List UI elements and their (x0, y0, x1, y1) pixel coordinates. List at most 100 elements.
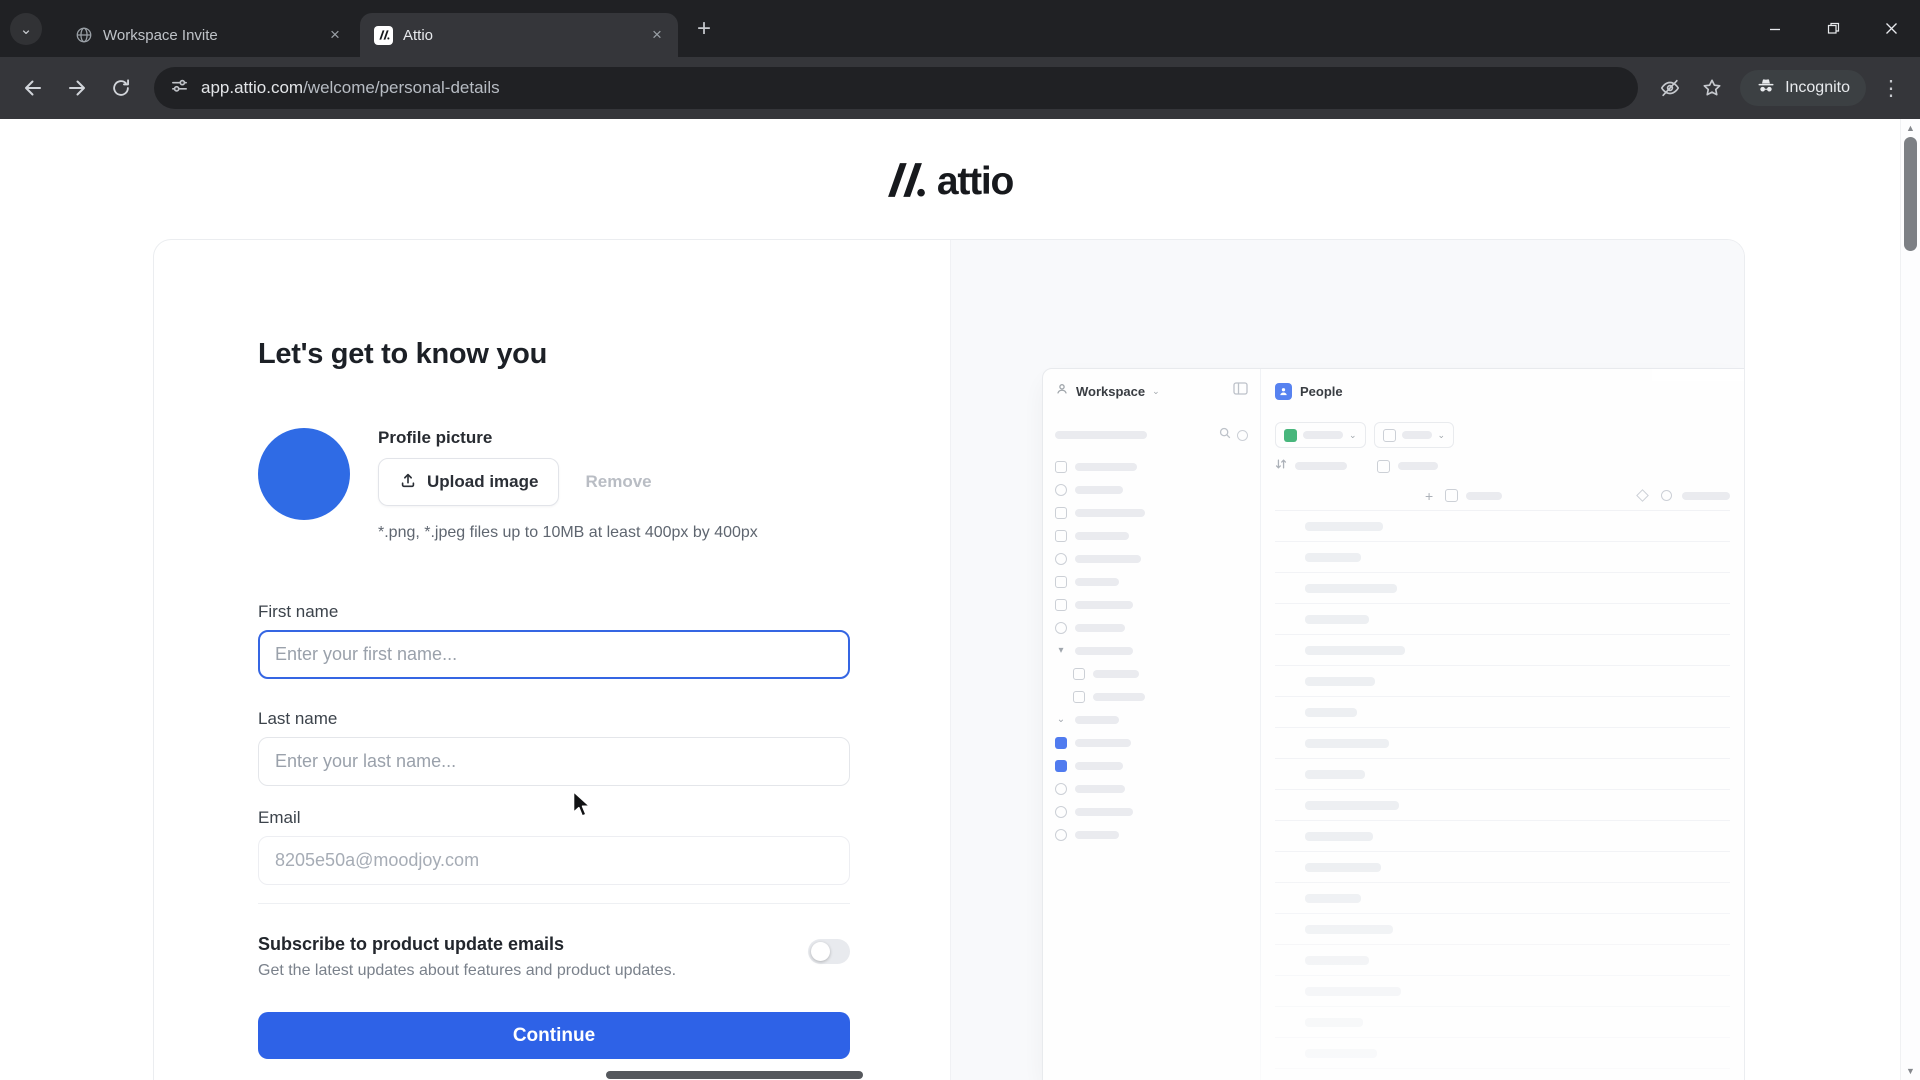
tab-close-icon[interactable]: × (646, 24, 668, 46)
skeleton-bar (1398, 462, 1438, 470)
preview-sidebar-record (1055, 731, 1248, 754)
last-name-label: Last name (258, 709, 850, 729)
preview-sidebar-item (1055, 800, 1248, 823)
preview-table-row (1275, 511, 1730, 542)
browser-toolbar: app.attio.com/welcome/personal-details I… (0, 57, 1920, 119)
people-icon (1275, 383, 1292, 400)
last-name-input[interactable] (258, 737, 850, 786)
preview-sidebar-item (1055, 570, 1248, 593)
attio-logo: attio (0, 159, 1896, 205)
last-name-group: Last name (258, 709, 850, 786)
preview-sidebar-subitem (1055, 662, 1248, 685)
skeleton-bar (1305, 522, 1383, 531)
toggle-knob (811, 942, 830, 961)
preview-table-row (1275, 883, 1730, 914)
tab-attio[interactable]: Attio × (360, 13, 678, 57)
sidebar-item-icon (1073, 668, 1085, 680)
tab-strip: Workspace Invite × Attio × + (60, 0, 720, 57)
grid-icon (1445, 489, 1458, 502)
close-button[interactable] (1862, 0, 1920, 57)
profile-picture-label: Profile picture (378, 428, 758, 448)
skeleton-bar (1303, 431, 1343, 439)
back-button[interactable] (12, 67, 54, 109)
tab-close-icon[interactable]: × (324, 24, 346, 46)
first-name-input[interactable] (258, 630, 850, 679)
skeleton-bar (1305, 1049, 1377, 1058)
preview-sidebar-item (1055, 524, 1248, 547)
skeleton-bar (1682, 492, 1730, 500)
skeleton-bar (1305, 615, 1369, 624)
forward-button[interactable] (56, 67, 98, 109)
skeleton-bar (1075, 716, 1119, 724)
preview-table-row (1275, 573, 1730, 604)
upload-icon (399, 471, 417, 494)
url-bar[interactable]: app.attio.com/welcome/personal-details (154, 67, 1638, 109)
upload-image-label: Upload image (427, 472, 538, 492)
preview-sidebar-item (1055, 547, 1248, 570)
incognito-icon (1756, 76, 1776, 101)
scroll-down-icon[interactable]: ▼ (1901, 1066, 1920, 1076)
sort-icon (1275, 457, 1287, 475)
skeleton-bar (1305, 894, 1361, 903)
chevron-open-icon: ▾ (1055, 645, 1067, 656)
first-name-group: First name (258, 602, 850, 679)
chevron-down-icon: ⌄ (1438, 430, 1446, 441)
preview-table-row (1275, 728, 1730, 759)
preview-table-row (1275, 635, 1730, 666)
skeleton-bar (1305, 708, 1357, 717)
skeleton-bar (1075, 762, 1123, 770)
preview-sidebar-item (1055, 501, 1248, 524)
reload-button[interactable] (100, 67, 142, 109)
subscribe-title: Subscribe to product update emails (258, 934, 784, 955)
preview-sidebar-item (1055, 616, 1248, 639)
remove-image-button[interactable]: Remove (577, 472, 659, 492)
skeleton-bar (1075, 601, 1133, 609)
tab-search-button[interactable]: ⌄ (10, 13, 42, 45)
form-divider (258, 903, 850, 904)
skeleton-bar (1075, 463, 1137, 471)
new-tab-button[interactable]: + (688, 13, 720, 45)
preview-table-row (1275, 852, 1730, 883)
preview-workspace-header: Workspace ⌄ (1043, 369, 1261, 413)
onboarding-card: Let's get to know you Profile picture (153, 239, 1745, 1080)
preview-table-row (1275, 790, 1730, 821)
url-domain: app.attio.com (201, 78, 303, 97)
preview-sidebar-subitem (1055, 685, 1248, 708)
record-icon (1055, 760, 1067, 772)
site-settings-icon[interactable] (170, 76, 189, 100)
app-preview-card: Workspace ⌄ People (1042, 368, 1744, 1080)
avatar (258, 428, 350, 520)
personal-details-form: Let's get to know you Profile picture (154, 240, 950, 1080)
preview-sidebar-record (1055, 754, 1248, 777)
horizontal-scrollbar-thumb[interactable] (606, 1071, 863, 1079)
workspace-avatar-icon (1055, 382, 1069, 401)
continue-button[interactable]: Continue (258, 1012, 850, 1059)
skeleton-bar (1075, 647, 1133, 655)
skeleton-bar (1075, 532, 1129, 540)
eye-off-icon[interactable] (1650, 68, 1690, 108)
preview-table-row (1275, 759, 1730, 790)
upload-image-button[interactable]: Upload image (378, 458, 559, 506)
subscribe-toggle[interactable] (808, 939, 850, 964)
skeleton-bar (1466, 492, 1502, 500)
view-icon (1284, 429, 1297, 442)
preview-sidebar-item (1055, 777, 1248, 800)
skeleton-bar (1305, 770, 1365, 779)
preview-sidebar-group: ▾ (1055, 639, 1248, 662)
plus-icon: + (1425, 488, 1433, 504)
chevron-down-icon: ⌄ (1349, 430, 1357, 441)
minimize-button[interactable] (1746, 0, 1804, 57)
skeleton-bar (1305, 925, 1393, 934)
restore-button[interactable] (1804, 0, 1862, 57)
tab-workspace-invite[interactable]: Workspace Invite × (60, 13, 356, 57)
preview-table-row (1275, 666, 1730, 697)
sidebar-item-icon (1073, 691, 1085, 703)
vertical-scrollbar-thumb[interactable] (1904, 137, 1917, 251)
globe-favicon-icon (74, 26, 93, 45)
bookmark-star-icon[interactable] (1692, 68, 1732, 108)
scroll-up-icon[interactable]: ▲ (1901, 123, 1920, 133)
incognito-badge: Incognito (1740, 70, 1866, 106)
vertical-scrollbar[interactable]: ▲ ▼ (1900, 119, 1920, 1080)
browser-menu-icon[interactable]: ⋮ (1874, 76, 1908, 101)
preview-people-header: People (1261, 369, 1744, 413)
